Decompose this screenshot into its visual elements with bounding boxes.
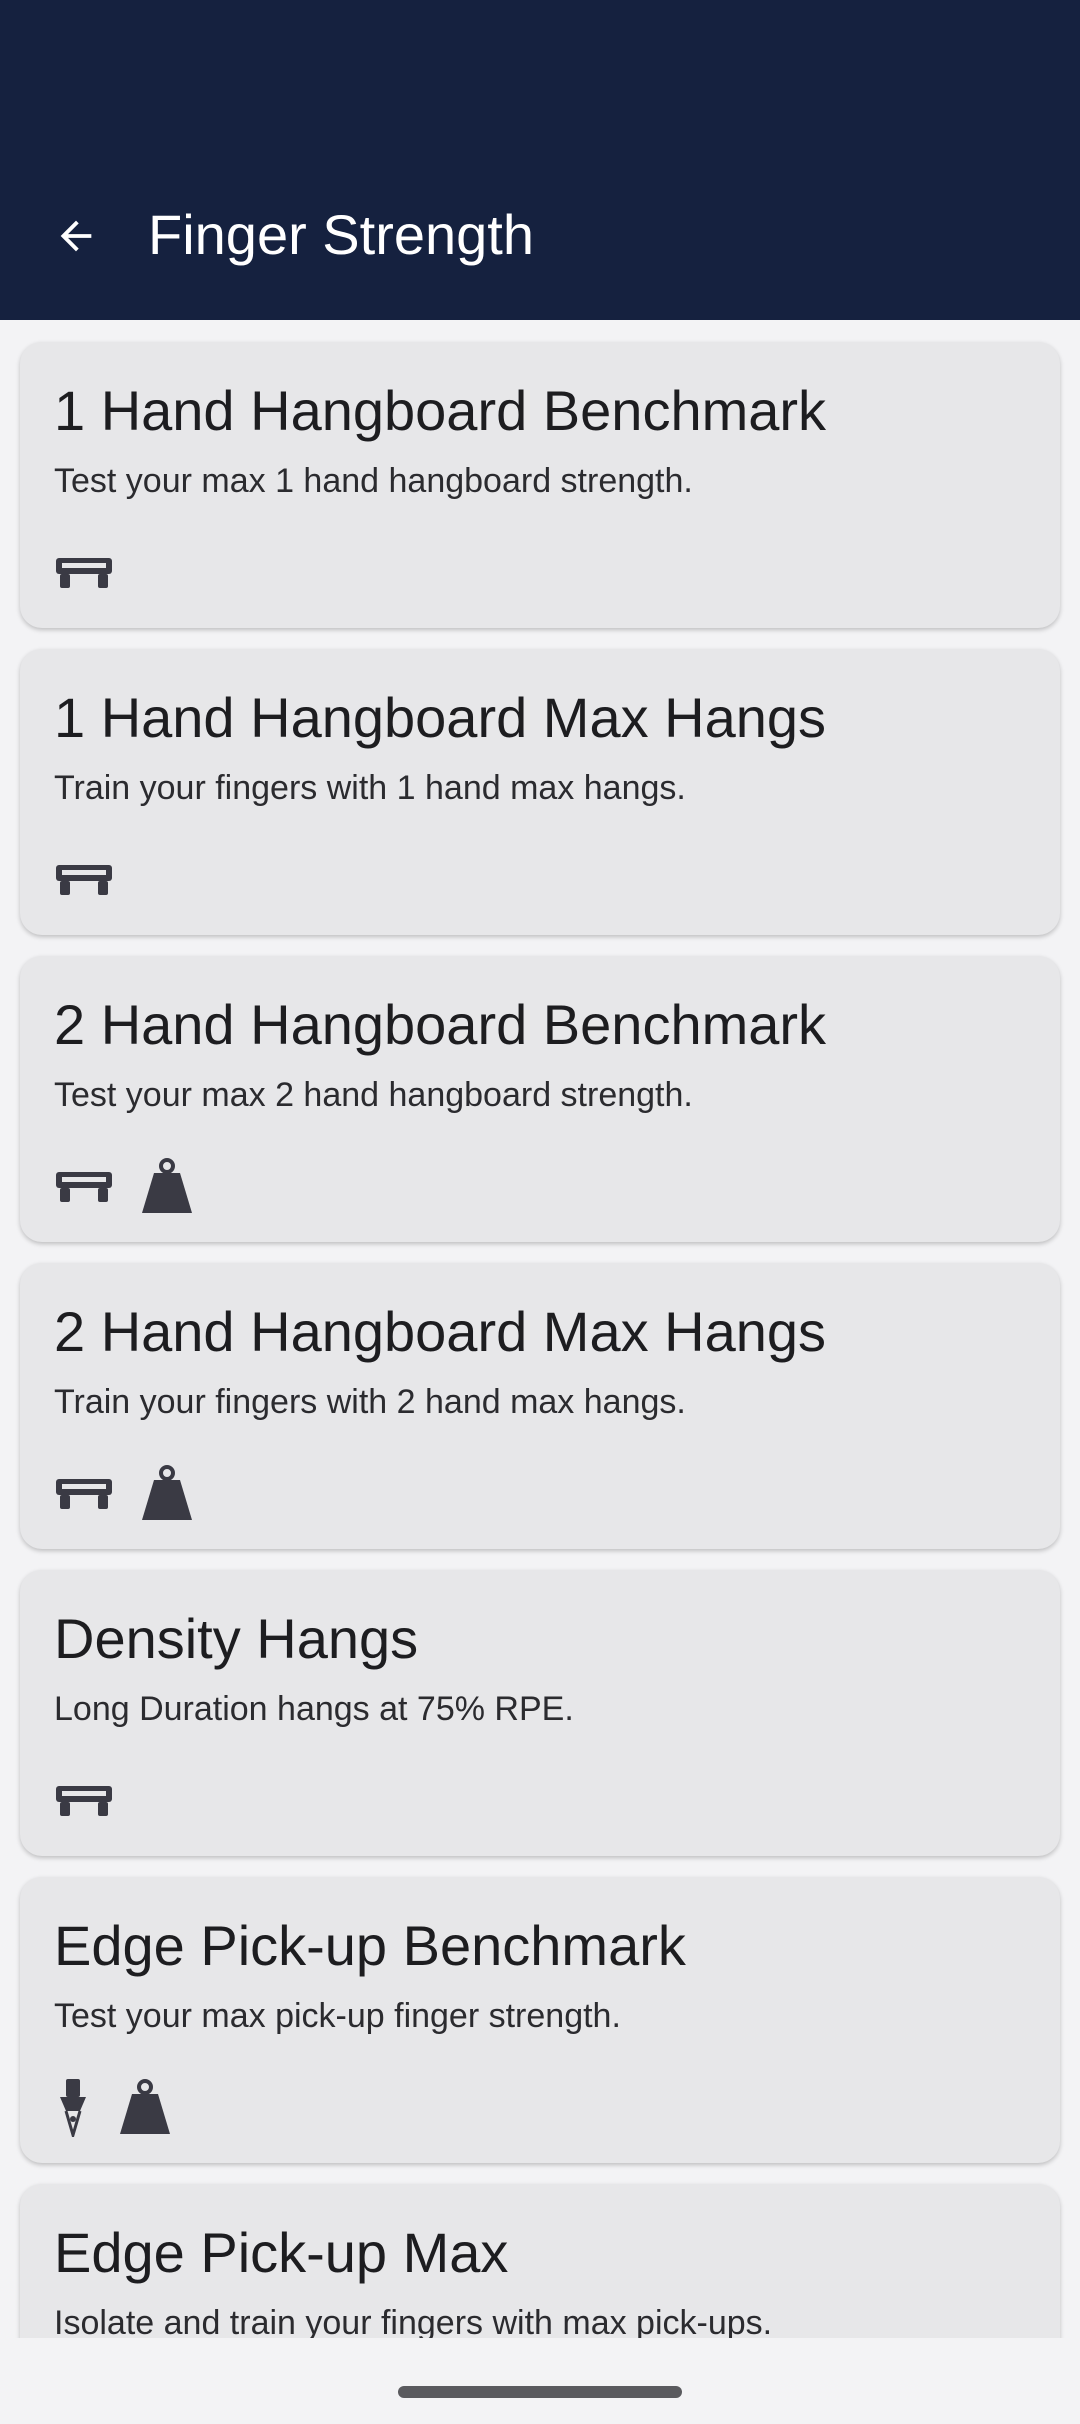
card-description: Train your fingers with 2 hand max hangs… [54, 1383, 686, 1421]
exercise-card[interactable]: 1 Hand Hangboard Benchmark Test your max… [20, 342, 1060, 628]
hangboard-icon [54, 1782, 114, 1818]
card-title: Edge Pick-up Benchmark [54, 1914, 686, 1977]
equipment-icons [54, 2077, 172, 2137]
card-description: Test your max 1 hand hangboard strength. [54, 462, 693, 500]
hangboard-icon [54, 1475, 114, 1511]
weight-icon [140, 1464, 194, 1522]
hangboard-icon [54, 1168, 114, 1204]
exercise-card[interactable]: Density Hangs Long Duration hangs at 75%… [20, 1570, 1060, 1856]
page-title: Finger Strength [148, 203, 534, 266]
exercise-card[interactable]: Edge Pick-up Benchmark Test your max pic… [20, 1877, 1060, 2163]
card-title: 1 Hand Hangboard Benchmark [54, 379, 827, 442]
pickup-block-icon [54, 2077, 92, 2137]
equipment-icons [54, 542, 114, 602]
exercise-card[interactable]: 1 Hand Hangboard Max Hangs Train your fi… [20, 649, 1060, 935]
weight-icon [118, 2078, 172, 2136]
exercise-card[interactable]: Edge Pick-up Max Isolate and train your … [20, 2184, 1060, 2338]
navigation-bar-area [0, 2338, 1080, 2424]
hangboard-icon [54, 861, 114, 897]
weight-icon [140, 1157, 194, 1215]
equipment-icons [54, 1156, 194, 1216]
arrow-back-icon [60, 220, 92, 252]
gesture-handle[interactable] [398, 2386, 682, 2398]
exercise-card[interactable]: 2 Hand Hangboard Max Hangs Train your fi… [20, 1263, 1060, 1549]
card-title: Density Hangs [54, 1607, 419, 1670]
card-description: Train your fingers with 1 hand max hangs… [54, 769, 686, 807]
card-description: Test your max 2 hand hangboard strength. [54, 1076, 693, 1114]
exercise-list[interactable]: 1 Hand Hangboard Benchmark Test your max… [0, 320, 1080, 2338]
card-title: Edge Pick-up Max [54, 2221, 509, 2284]
card-title: 2 Hand Hangboard Benchmark [54, 993, 827, 1056]
exercise-card[interactable]: 2 Hand Hangboard Benchmark Test your max… [20, 956, 1060, 1242]
hangboard-icon [54, 554, 114, 590]
card-description: Isolate and train your fingers with max … [54, 2304, 773, 2338]
card-title: 1 Hand Hangboard Max Hangs [54, 686, 827, 749]
card-description: Long Duration hangs at 75% RPE. [54, 1690, 574, 1728]
equipment-icons [54, 1770, 114, 1830]
card-description: Test your max pick-up finger strength. [54, 1997, 621, 2035]
back-button[interactable] [36, 196, 116, 276]
equipment-icons [54, 849, 114, 909]
equipment-icons [54, 1463, 194, 1523]
app-bar: Finger Strength [0, 0, 1080, 320]
card-title: 2 Hand Hangboard Max Hangs [54, 1300, 827, 1363]
